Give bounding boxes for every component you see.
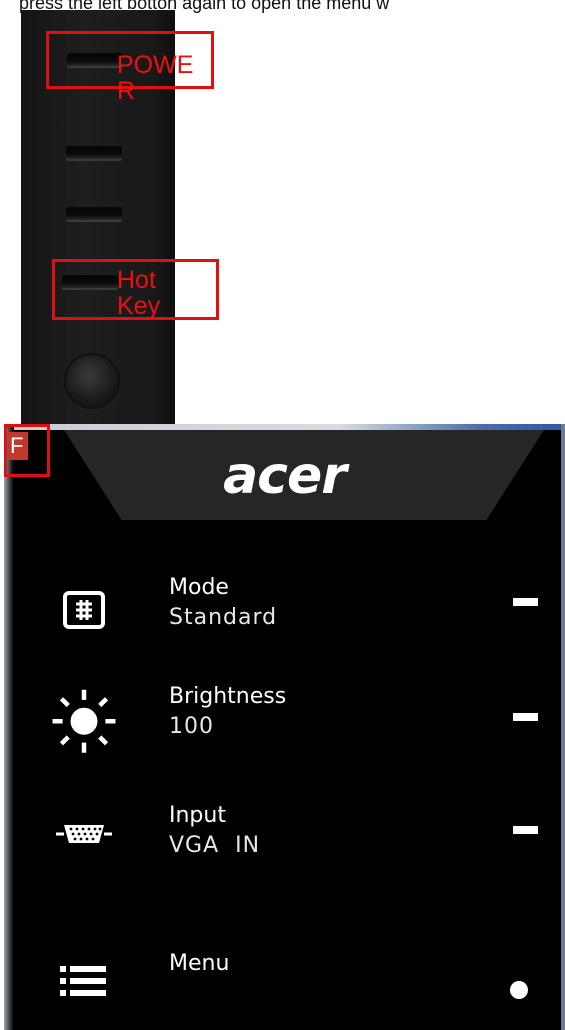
- brightness-icon: [52, 689, 116, 753]
- brightness-value: 100: [169, 714, 214, 739]
- osd-screen: acer Mode Standard Brightness 100 Input …: [4, 424, 565, 1030]
- input-value: VGA IN: [169, 833, 261, 858]
- mode-value: Standard: [169, 605, 278, 630]
- power-annotation-label: POWE R: [117, 51, 194, 105]
- acer-logo: acer: [223, 446, 347, 506]
- joystick-knob[interactable]: [66, 355, 118, 407]
- second-hardware-button[interactable]: [66, 147, 122, 159]
- brightness-dash-icon: [513, 713, 538, 721]
- osd-item-input[interactable]: Input VGA IN: [4, 800, 565, 890]
- menu-icon: [60, 966, 106, 996]
- mode-dash-icon: [513, 598, 538, 606]
- input-label: Input: [169, 803, 226, 828]
- mode-label: Mode: [169, 575, 229, 600]
- osd-item-brightness[interactable]: Brightness 100: [4, 681, 565, 771]
- menu-label: Menu: [169, 951, 230, 976]
- vga-input-icon: [56, 825, 112, 843]
- third-hardware-button[interactable]: [66, 208, 122, 220]
- screen-top-edge: [4, 424, 565, 430]
- f-indicator-highlight-box: [4, 424, 50, 477]
- input-dash-icon: [513, 826, 538, 834]
- hotkey-annotation-label: Hot Key: [117, 266, 161, 320]
- brightness-label: Brightness: [169, 684, 287, 709]
- osd-item-menu[interactable]: Menu: [4, 944, 565, 1030]
- menu-dot-icon: [510, 981, 528, 999]
- mode-icon: [63, 591, 105, 629]
- osd-item-mode[interactable]: Mode Standard: [4, 572, 565, 662]
